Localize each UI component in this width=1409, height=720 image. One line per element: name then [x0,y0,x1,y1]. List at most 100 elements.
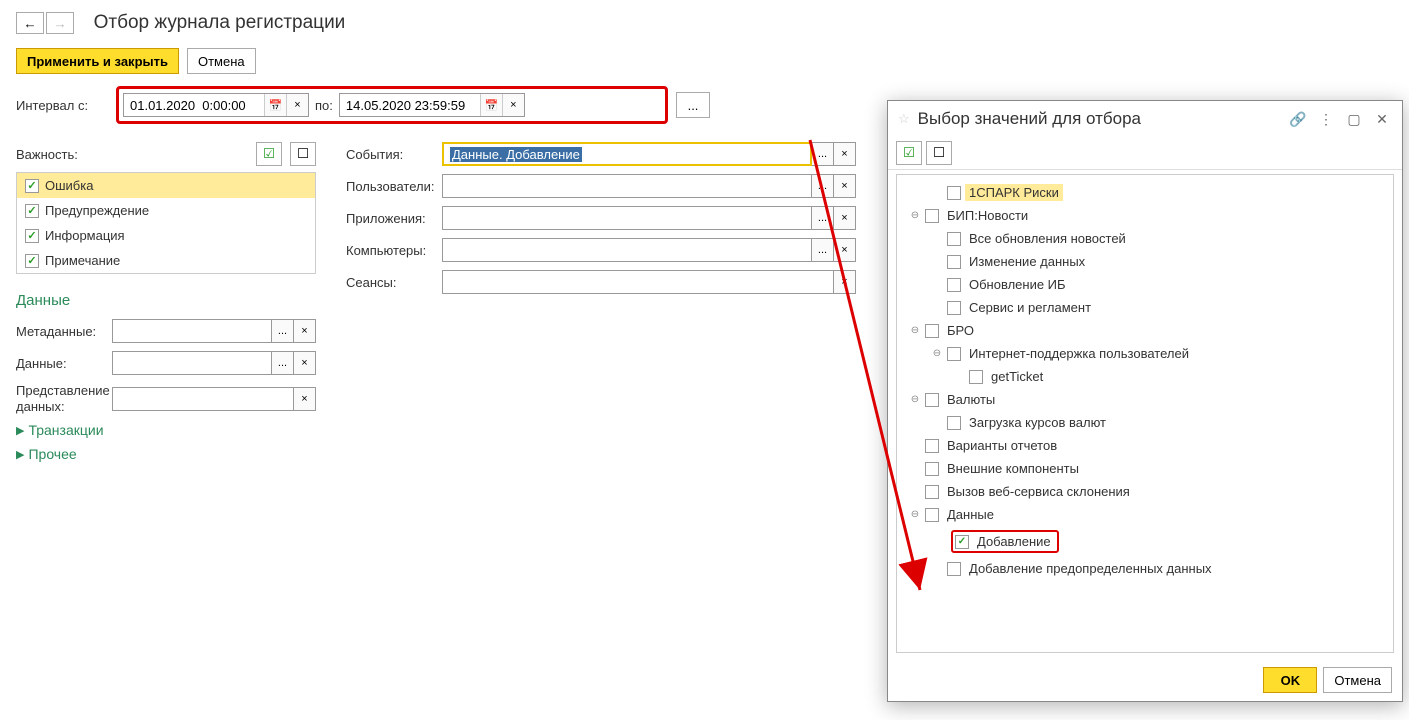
events-select-button[interactable]: ... [812,142,834,166]
checkbox[interactable] [925,324,939,338]
apps-clear-button[interactable]: × [834,206,856,230]
maximize-icon[interactable]: ▢ [1344,109,1364,129]
interval-from-field[interactable]: 📅 × [123,93,309,117]
checkbox[interactable] [947,232,961,246]
representation-field[interactable] [112,387,294,411]
check-all-button[interactable]: ☑ [256,142,282,166]
expand-icon[interactable]: ⊖ [909,394,921,405]
tree-item-label: Вызов веб-сервиса склонения [943,483,1134,500]
users-field[interactable] [442,174,812,198]
clear-to-button[interactable]: × [502,94,524,116]
menu-icon[interactable]: ⋮ [1316,109,1336,129]
tree-item[interactable]: ⊖БИП:Новости [905,204,1389,227]
checkbox[interactable] [925,462,939,476]
tree-item-label: Обновление ИБ [965,276,1070,293]
cancel-button[interactable]: Отмена [187,48,256,74]
checkbox[interactable] [947,416,961,430]
users-clear-button[interactable]: × [834,174,856,198]
checkbox-icon[interactable]: ✓ [25,204,39,218]
tree-item[interactable]: ⊖БРО [905,319,1389,342]
checkbox[interactable] [925,393,939,407]
importance-item-warning[interactable]: ✓ Предупреждение [17,198,315,223]
metadata-select-button[interactable]: ... [272,319,294,343]
uncheck-all-button[interactable]: ☐ [926,141,952,165]
expand-icon[interactable]: ⊖ [909,325,921,336]
computers-field[interactable] [442,238,812,262]
check-all-button[interactable]: ☑ [896,141,922,165]
data-field[interactable] [112,351,272,375]
tree-item[interactable]: Изменение данных [905,250,1389,273]
computers-clear-button[interactable]: × [834,238,856,262]
checkbox[interactable] [925,209,939,223]
checkbox[interactable] [925,439,939,453]
importance-item-info[interactable]: ✓ Информация [17,223,315,248]
tree-item[interactable]: Варианты отчетов [905,434,1389,457]
selection-modal: ☆ Выбор значений для отбора 🔗 ⋮ ▢ ✕ ☑ ☐ … [887,100,1403,702]
checkbox[interactable] [947,347,961,361]
close-icon[interactable]: ✕ [1372,109,1392,129]
apps-field[interactable] [442,206,812,230]
modal-cancel-button[interactable]: Отмена [1323,667,1392,693]
tree-item[interactable]: getTicket [905,365,1389,388]
tree-item[interactable]: ✓Добавление [905,526,1389,557]
nav-forward-button[interactable]: → [46,12,74,34]
checkbox[interactable]: ✓ [955,535,969,549]
representation-clear-button[interactable]: × [294,387,316,411]
link-icon[interactable]: 🔗 [1288,109,1308,129]
tree-item[interactable]: ⊖Валюты [905,388,1389,411]
checkbox[interactable] [947,255,961,269]
tree-item[interactable]: ⊖Интернет-поддержка пользователей [905,342,1389,365]
other-expand[interactable]: ▶ Прочее [16,446,316,462]
modal-ok-button[interactable]: OK [1263,667,1317,693]
computers-select-button[interactable]: ... [812,238,834,262]
checkbox[interactable] [925,508,939,522]
checkbox-icon[interactable]: ✓ [25,229,39,243]
checkbox-icon[interactable]: ✓ [25,254,39,268]
data-select-button[interactable]: ... [272,351,294,375]
checkbox[interactable] [947,186,961,200]
checkbox[interactable] [947,301,961,315]
events-field[interactable]: Данные. Добавление [442,142,812,166]
data-clear-button[interactable]: × [294,351,316,375]
checkbox[interactable] [925,485,939,499]
interval-more-button[interactable]: ... [676,92,710,118]
importance-item-note[interactable]: ✓ Примечание [17,248,315,273]
uncheck-all-button[interactable]: ☐ [290,142,316,166]
calendar-icon[interactable]: 📅 [264,94,286,116]
tree-item[interactable]: Сервис и регламент [905,296,1389,319]
tree-item[interactable]: Загрузка курсов валют [905,411,1389,434]
sessions-field[interactable] [442,270,834,294]
tree-item[interactable]: ⊖Данные [905,503,1389,526]
checkbox[interactable] [947,278,961,292]
favorite-icon[interactable]: ☆ [898,111,910,127]
transactions-expand[interactable]: ▶ Транзакции [16,422,316,438]
expand-icon[interactable]: ⊖ [931,348,943,359]
interval-to-input[interactable] [340,94,480,116]
interval-from-input[interactable] [124,94,264,116]
checkbox[interactable] [969,370,983,384]
events-clear-button[interactable]: × [834,142,856,166]
tree-item[interactable]: 1СПАРК Риски [905,181,1389,204]
tree-item[interactable]: Все обновления новостей [905,227,1389,250]
nav-back-button[interactable]: ← [16,12,44,34]
apps-select-button[interactable]: ... [812,206,834,230]
clear-from-button[interactable]: × [286,94,308,116]
checkbox[interactable] [947,562,961,576]
metadata-clear-button[interactable]: × [294,319,316,343]
sessions-clear-button[interactable]: × [834,270,856,294]
tree-item[interactable]: Внешние компоненты [905,457,1389,480]
importance-item-error[interactable]: ✓ Ошибка [17,173,315,198]
values-tree[interactable]: 1СПАРК Риски⊖БИП:НовостиВсе обновления н… [896,174,1394,653]
checkbox-icon[interactable]: ✓ [25,179,39,193]
tree-item[interactable]: Вызов веб-сервиса склонения [905,480,1389,503]
metadata-field[interactable] [112,319,272,343]
sessions-label: Сеансы: [346,275,436,290]
interval-to-field[interactable]: 📅 × [339,93,525,117]
tree-item[interactable]: Добавление предопределенных данных [905,557,1389,580]
apply-close-button[interactable]: Применить и закрыть [16,48,179,74]
users-select-button[interactable]: ... [812,174,834,198]
expand-icon[interactable]: ⊖ [909,210,921,221]
tree-item[interactable]: Обновление ИБ [905,273,1389,296]
calendar-icon[interactable]: 📅 [480,94,502,116]
expand-icon[interactable]: ⊖ [909,509,921,520]
